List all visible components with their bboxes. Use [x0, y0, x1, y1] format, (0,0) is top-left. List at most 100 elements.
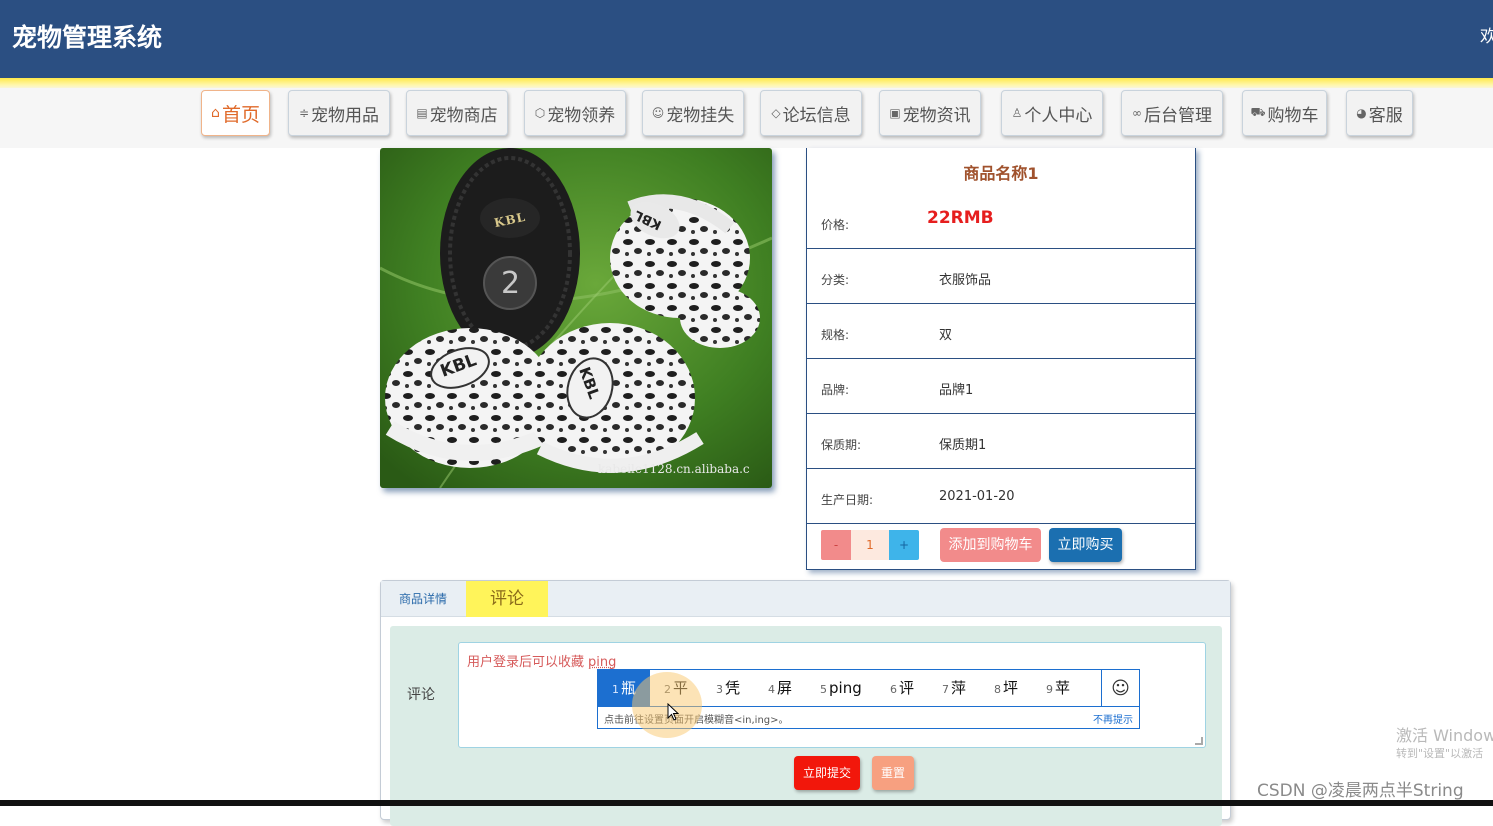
- home-icon: ⌂: [211, 105, 220, 121]
- spec-label: 规格:: [821, 326, 849, 343]
- tab-details[interactable]: 商品详情: [381, 581, 465, 617]
- news-icon: ▣: [889, 106, 900, 120]
- product-name: 商品名称1: [807, 160, 1195, 184]
- cand-num: 1: [612, 683, 619, 696]
- ime-candidate[interactable]: 8坪: [994, 670, 1018, 707]
- cand-text: 屏: [777, 679, 792, 697]
- category-label: 分类:: [821, 271, 849, 288]
- production-date-label: 生产日期:: [821, 491, 873, 508]
- calendar-icon: ▤: [416, 106, 427, 120]
- nav-label: 宠物领养: [547, 101, 615, 126]
- cand-text: 苹: [1055, 679, 1070, 697]
- cand-text: 坪: [1003, 679, 1018, 697]
- reset-button[interactable]: 重置: [872, 756, 914, 790]
- windows-activate-watermark: 激活 Window: [1396, 722, 1493, 746]
- app-title: 宠物管理系统: [12, 18, 162, 54]
- link-icon: ∞: [1132, 106, 1142, 120]
- welcome-text: 欢: [1480, 22, 1493, 47]
- cand-text: 萍: [951, 679, 966, 697]
- nav-customer-service[interactable]: ◕ 客服: [1346, 90, 1413, 136]
- cand-num: 7: [942, 683, 949, 696]
- nav-label: 购物车: [1268, 101, 1319, 126]
- product-image: KBL 2 KBL KBL KBL kabeile1128.cn.alibaba…: [380, 148, 772, 488]
- nav-pet-adoption[interactable]: ⬡ 宠物领养: [524, 90, 626, 136]
- image-watermark: kabeile1128.cn.alibaba.c: [598, 462, 750, 476]
- shelf-life-label: 保质期:: [821, 436, 861, 453]
- chat-icon: ◕: [1356, 106, 1366, 120]
- emoji-icon[interactable]: ☺: [1101, 670, 1139, 707]
- nav-label: 个人中心: [1024, 101, 1092, 126]
- cand-text: 评: [899, 679, 914, 697]
- user-icon: ♙: [1012, 106, 1023, 120]
- nav-personal-center[interactable]: ♙ 个人中心: [1001, 90, 1103, 136]
- mouse-pointer-icon: [667, 703, 679, 721]
- spec-value: 双: [939, 324, 952, 343]
- nav-label: 宠物挂失: [666, 101, 734, 126]
- nav-label: 后台管理: [1144, 101, 1212, 126]
- main-nav: ⌂ 首页 ≑ 宠物用品 ▤ 宠物商店 ⬡ 宠物领养 ☺ 宠物挂失 ◇ 论坛信息 ▣ 宠物资讯 …: [0, 88, 1493, 148]
- ime-candidate[interactable]: 9苹: [1046, 670, 1070, 707]
- qty-decrease-button[interactable]: -: [821, 530, 851, 560]
- brand-value: 品牌1: [939, 379, 973, 398]
- top-header: 宠物管理系统 欢: [0, 0, 1493, 78]
- nav-forum[interactable]: ◇ 论坛信息: [760, 90, 862, 136]
- buy-now-button[interactable]: 立即购买: [1049, 528, 1122, 562]
- ime-candidate[interactable]: 7萍: [942, 670, 966, 707]
- nav-label: 首页: [222, 100, 260, 127]
- shelf-life-value: 保质期1: [939, 434, 986, 453]
- brand-label: 品牌:: [821, 381, 849, 398]
- tab-comment[interactable]: 评论: [466, 581, 548, 617]
- cand-num: 5: [820, 683, 827, 696]
- pet-shoes-illustration: [380, 148, 772, 488]
- nav-label: 客服: [1369, 101, 1403, 126]
- row-shelf-life: 保质期: 保质期1: [807, 414, 1195, 469]
- nav-pet-lost[interactable]: ☺ 宠物挂失: [642, 90, 744, 136]
- tag-icon: ◇: [771, 106, 780, 120]
- bottom-border: [0, 800, 1493, 806]
- ime-candidate[interactable]: 6评: [890, 670, 914, 707]
- add-to-cart-button[interactable]: 添加到购物车: [940, 528, 1041, 562]
- nav-label: 宠物商店: [430, 101, 498, 126]
- comment-placeholder: 用户登录后可以收藏: [467, 655, 584, 670]
- row-spec: 规格: 双: [807, 304, 1195, 359]
- comment-typed-text: ping: [588, 655, 616, 670]
- tab-bar: 商品详情 评论: [381, 581, 1230, 617]
- smile-icon: ☺: [652, 106, 665, 120]
- nav-cart[interactable]: ⛟ 购物车: [1242, 90, 1327, 136]
- nav-pet-supplies[interactable]: ≑ 宠物用品: [288, 90, 390, 136]
- resize-handle[interactable]: [1195, 737, 1203, 745]
- nav-label: 论坛信息: [783, 101, 851, 126]
- production-date-value: 2021-01-20: [939, 489, 1015, 504]
- price-value: 22RMB: [927, 208, 994, 228]
- row-price: 价格: 22RMB: [807, 194, 1195, 249]
- nav-home[interactable]: ⌂ 首页: [201, 90, 270, 136]
- size-number: 2: [501, 266, 520, 301]
- nav-admin[interactable]: ∞ 后台管理: [1121, 90, 1223, 136]
- cart-icon: ⛟: [1250, 105, 1265, 121]
- nav-pet-shop[interactable]: ▤ 宠物商店: [406, 90, 508, 136]
- cand-num: 8: [994, 683, 1001, 696]
- cand-text: 凭: [725, 679, 740, 697]
- cand-num: 6: [890, 683, 897, 696]
- cand-num: 4: [768, 683, 775, 696]
- category-value: 衣服饰品: [939, 269, 991, 288]
- ime-dismiss-link[interactable]: 不再提示: [1093, 711, 1133, 726]
- submit-comment-button[interactable]: 立即提交: [794, 756, 860, 790]
- cand-num: 9: [1046, 683, 1053, 696]
- row-production-date: 生产日期: 2021-01-20: [807, 469, 1195, 524]
- ime-candidate[interactable]: 4屏: [768, 670, 792, 707]
- nav-label: 宠物用品: [311, 101, 379, 126]
- csdn-watermark: CSDN @凌晨两点半String: [1257, 776, 1464, 801]
- cube-icon: ⬡: [535, 106, 545, 120]
- nav-pet-news[interactable]: ▣ 宠物资讯: [879, 90, 981, 136]
- ime-candidate[interactable]: 3凭: [716, 670, 740, 707]
- ime-candidate[interactable]: 5 ping: [820, 670, 862, 707]
- cand-text: ping: [829, 679, 862, 697]
- nav-label: 宠物资讯: [903, 101, 971, 126]
- row-category: 分类: 衣服饰品: [807, 249, 1195, 304]
- qty-increase-button[interactable]: +: [889, 530, 919, 560]
- qty-input[interactable]: 1: [851, 530, 889, 560]
- cand-num: 3: [716, 683, 723, 696]
- comment-label: 评论: [407, 684, 435, 704]
- price-label: 价格:: [821, 216, 849, 233]
